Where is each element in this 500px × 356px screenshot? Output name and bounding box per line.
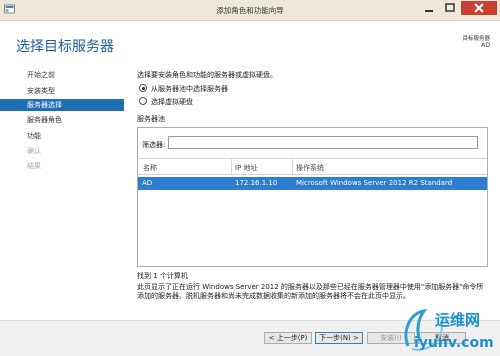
- instruction-text: 选择要安装角色和功能的服务器或虚拟硬盘。: [137, 71, 277, 79]
- nav-item-server-selection[interactable]: 服务器选择: [0, 99, 124, 111]
- column-header-os[interactable]: 操作系统: [296, 163, 324, 173]
- page-title: 选择目标服务器: [16, 39, 114, 55]
- maximize-icon: [445, 3, 455, 12]
- nav-item-server-roles[interactable]: 服务器角色: [0, 114, 124, 126]
- wizard-header: 选择目标服务器 目标服务器 AD: [0, 21, 500, 61]
- cell-ip: 172.16.1.10: [235, 179, 278, 187]
- filter-input[interactable]: [168, 136, 478, 149]
- destination-server-value: AD: [481, 42, 490, 49]
- filter-label: 筛选器:: [142, 141, 166, 149]
- nav-item-features[interactable]: 功能: [0, 130, 124, 142]
- watermark-logo: 运维网 iyunv.com: [404, 308, 494, 351]
- column-separator[interactable]: [292, 159, 293, 174]
- found-count: 找到 1 个计算机: [137, 272, 188, 280]
- nav-item-confirmation: 确认: [27, 147, 41, 155]
- table-row[interactable]: AD 172.16.1.10 Microsoft Windows Server …: [138, 177, 487, 190]
- nav-item-before-you-begin[interactable]: 开始之前: [0, 69, 124, 81]
- cell-os: Microsoft Windows Server 2012 R2 Standar…: [296, 179, 453, 187]
- next-button[interactable]: 下一步(N) >: [315, 332, 363, 344]
- minimize-button[interactable]: [419, 1, 439, 15]
- option-server-pool-label: 从服务器池中选择服务器: [151, 85, 228, 93]
- title-bar: 添加角色和功能向导: [0, 0, 500, 21]
- cell-name: AD: [142, 179, 153, 187]
- column-header-ip[interactable]: IP 地址: [235, 163, 258, 173]
- column-header-name[interactable]: 名称: [143, 163, 157, 173]
- watermark-text-top: 运维网: [435, 311, 480, 329]
- close-icon: [474, 3, 484, 13]
- option-virtual-disk[interactable]: 选择虚拟硬盘: [139, 97, 193, 107]
- option-virtual-disk-label: 选择虚拟硬盘: [151, 98, 193, 106]
- radio-unselected-icon[interactable]: [139, 97, 147, 105]
- previous-button[interactable]: < 上一步(P): [264, 332, 312, 344]
- server-grid-header: 名称 IP 地址 操作系统: [138, 158, 487, 175]
- option-server-pool[interactable]: 从服务器池中选择服务器: [139, 84, 228, 94]
- minimize-icon: [425, 10, 433, 12]
- radio-selected-icon[interactable]: [139, 84, 147, 92]
- watermark-text-bottom: iyunv.com: [414, 335, 494, 351]
- nav-item-installation-type[interactable]: 安装类型: [0, 85, 124, 97]
- column-separator[interactable]: [231, 159, 232, 174]
- server-pool-label: 服务器池: [137, 115, 165, 123]
- destination-server-label: 目标服务器: [462, 36, 490, 42]
- maximize-button[interactable]: [440, 1, 460, 15]
- close-button[interactable]: [461, 1, 497, 15]
- description-text: 此页显示了正在运行 Windows Server 2012 的服务器以及那些已经…: [137, 283, 484, 300]
- nav-item-results: 结果: [27, 162, 41, 170]
